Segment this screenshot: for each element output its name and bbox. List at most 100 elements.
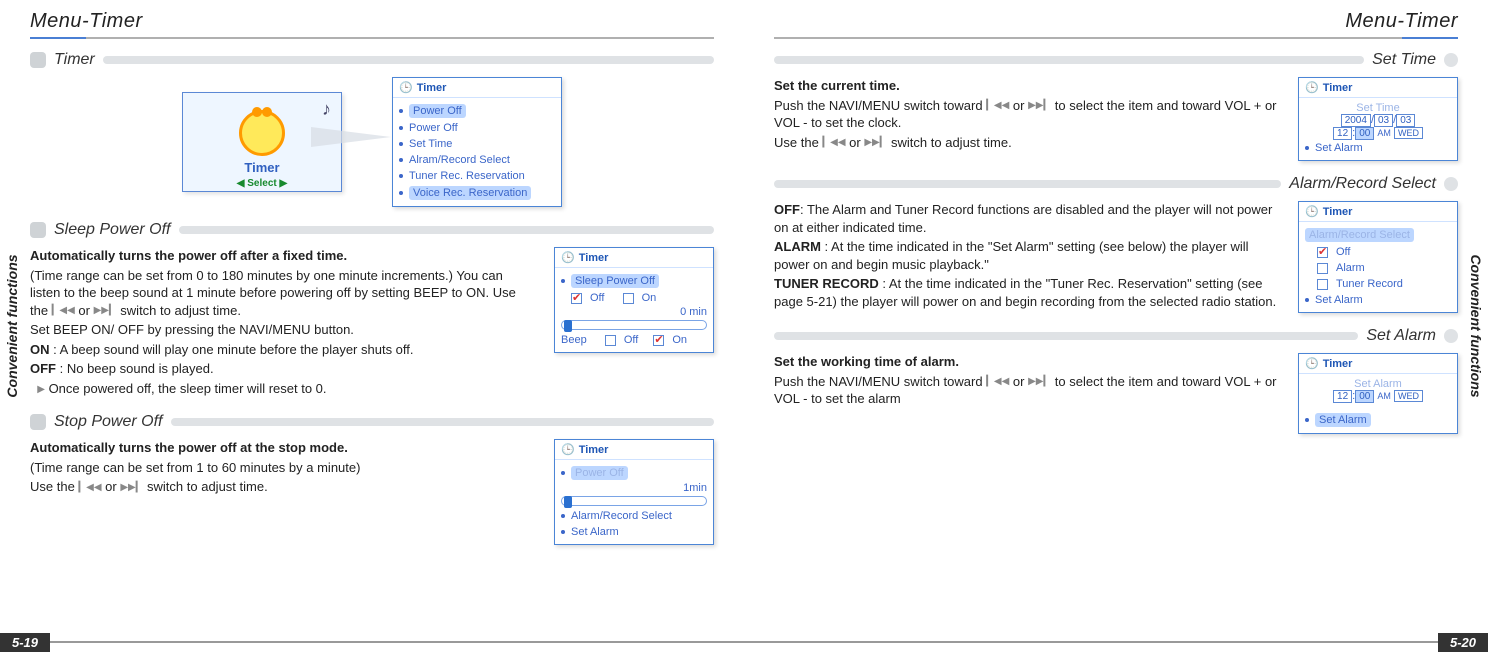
- checkbox-icon: [1317, 247, 1328, 258]
- date-d: 03: [1396, 114, 1415, 127]
- checkbox-icon: [605, 335, 616, 346]
- page-number-left: 5-19: [0, 633, 50, 652]
- timer-screenshot: 🕒 Timer Power Off Power Off Set Time Alr…: [392, 77, 562, 207]
- next-icon: ▶▶▎: [120, 481, 143, 495]
- ss-body: Set Alarm 12:00 AM WED Set Alarm: [1299, 374, 1457, 433]
- opt: Off: [1336, 246, 1350, 258]
- ss-item: Power Off: [409, 104, 466, 118]
- ss-item: Alarm/Record Select: [1305, 228, 1414, 242]
- or-text: or: [78, 303, 90, 318]
- section-line: [774, 332, 1358, 340]
- time-h: 12: [1333, 390, 1352, 403]
- ss-item: Set Alarm: [571, 526, 619, 538]
- footer-line: [744, 641, 1438, 643]
- date-m: 03: [1374, 114, 1393, 127]
- wday: WED: [1394, 127, 1423, 139]
- ss-body: Sleep Power Off Off On 0 min Beep Off On: [555, 268, 713, 352]
- ss-item: Set Alarm: [1315, 413, 1371, 427]
- or-text: or: [849, 135, 861, 150]
- ss-item: Sleep Power Off: [571, 274, 659, 288]
- section-title: Stop Power Off: [54, 413, 163, 431]
- ss-item: Tuner Rec. Reservation: [409, 170, 525, 182]
- off-text: : The Alarm and Tuner Record functions a…: [774, 202, 1272, 235]
- top-rule-left: [30, 37, 714, 39]
- side-label-right: Convenient functions: [1468, 254, 1484, 397]
- ss-header-label: Timer: [1323, 82, 1353, 94]
- section-setalarm: Set Alarm Set the working time of alarm.…: [774, 327, 1458, 434]
- prev-icon: ▎◀◀: [822, 136, 845, 150]
- stop-screenshot: 🕒 Timer Power Off 1min Alarm/Record Sele…: [554, 439, 714, 545]
- timer-big-footer: ◀ Select ▶: [183, 178, 341, 189]
- off-text: : No beep sound is played.: [60, 361, 214, 376]
- ss-header-label: Timer: [579, 444, 609, 456]
- alarm-clock-icon: [239, 110, 285, 156]
- setalarm-text: Set the working time of alarm. Push the …: [774, 353, 1278, 410]
- sleep-text: Automatically turns the power off after …: [30, 247, 534, 399]
- ss-header-label: Timer: [1323, 206, 1353, 218]
- page-number-right: 5-20: [1438, 633, 1488, 652]
- prev-icon: ▎◀◀: [986, 375, 1009, 389]
- checkbox-icon: [1317, 279, 1328, 290]
- ss-item: Power Off: [409, 122, 458, 134]
- next-icon: ▶▶▎: [1028, 375, 1051, 389]
- ss-item: Alarm/Record Select: [571, 510, 672, 522]
- settime-text: Set the current time. Push the NAVI/MENU…: [774, 77, 1278, 153]
- prev-icon: ▎◀◀: [52, 304, 75, 318]
- ss-header: 🕒 Timer: [555, 248, 713, 268]
- on-text: : A beep sound will play one minute befo…: [53, 342, 413, 357]
- section-head-alarmrec: Alarm/Record Select: [774, 175, 1458, 193]
- p2b: switch to adjust time.: [891, 135, 1012, 150]
- checkbox-icon: [653, 335, 664, 346]
- ss-header: 🕒 Timer: [1299, 354, 1457, 374]
- section-head-stop: Stop Power Off: [30, 413, 714, 431]
- ampm: AM: [1377, 391, 1391, 401]
- or-text: or: [1013, 374, 1025, 389]
- ss-bon: On: [672, 334, 687, 346]
- date-y: 2004: [1341, 114, 1371, 127]
- wday: WED: [1394, 390, 1423, 402]
- ss-off: Off: [590, 292, 604, 304]
- ss-body: Power Off Power Off Set Time Alram/Recor…: [393, 98, 561, 206]
- timer-figure-row: ♪ Timer ◀ Select ▶ 🕒 Timer Power Off Pow…: [30, 77, 714, 207]
- time-h: 12: [1333, 127, 1352, 140]
- ss-header-label: Timer: [1323, 358, 1353, 370]
- section-head-setalarm: Set Alarm: [774, 327, 1458, 345]
- top-rule-right: [774, 37, 1458, 39]
- stop-p1: (Time range can be set from 1 to 60 minu…: [30, 459, 534, 477]
- ss-item: Set Alarm: [1315, 294, 1363, 306]
- alarm-text: : At the time indicated in the "Set Alar…: [774, 239, 1249, 272]
- sleep-p1b: switch to adjust time.: [120, 303, 241, 318]
- sleep-screenshot: 🕒 Timer Sleep Power Off Off On 0 min Bee…: [554, 247, 714, 353]
- p1a: Push the NAVI/MENU switch toward: [774, 374, 983, 389]
- tuner-label: TUNER RECORD: [774, 276, 879, 291]
- ss-header: 🕒 Timer: [393, 78, 561, 98]
- section-title: Set Alarm: [1366, 327, 1436, 345]
- section-title: Set Time: [1372, 51, 1436, 69]
- p1a: Push the NAVI/MENU switch toward: [774, 98, 983, 113]
- page-right: Menu-Timer Set Time Set the current time…: [744, 0, 1488, 652]
- setalarm-screenshot: 🕒 Timer Set Alarm 12:00 AM WED Set Alarm: [1298, 353, 1458, 434]
- ss-header: 🕒 Timer: [555, 440, 713, 460]
- next-icon: ▶▶▎: [864, 136, 887, 150]
- section-head-timer: Timer: [30, 51, 714, 69]
- off-label: OFF: [774, 202, 800, 217]
- ss-item: Set Alarm: [1305, 378, 1451, 390]
- page-title-right: Menu-Timer: [774, 10, 1458, 33]
- ss-item: Set Alarm: [1315, 142, 1363, 154]
- ss-min: 1min: [561, 482, 707, 494]
- settime-screenshot: 🕒 Timer Set Time 2004/03/03 12:00 AM WED…: [1298, 77, 1458, 161]
- checkbox-icon: [571, 293, 582, 304]
- ss-item: Alram/Record Select: [409, 154, 510, 166]
- footer-left: 5-19: [0, 632, 744, 652]
- music-note-icon: ♪: [322, 99, 331, 120]
- sleep-note: Once powered off, the sleep timer will r…: [49, 381, 327, 396]
- setalarm-bold: Set the working time of alarm.: [774, 354, 959, 369]
- arrow-right-icon: [311, 127, 391, 147]
- section-alarmrec: Alarm/Record Select OFF: The Alarm and T…: [774, 175, 1458, 313]
- section-bullet: [30, 414, 46, 430]
- section-line: [179, 226, 715, 234]
- section-line: [171, 418, 715, 426]
- ss-min: 0 min: [561, 306, 707, 318]
- ss-item: Set Time: [1305, 102, 1451, 114]
- timer-big-label: Timer: [244, 160, 279, 175]
